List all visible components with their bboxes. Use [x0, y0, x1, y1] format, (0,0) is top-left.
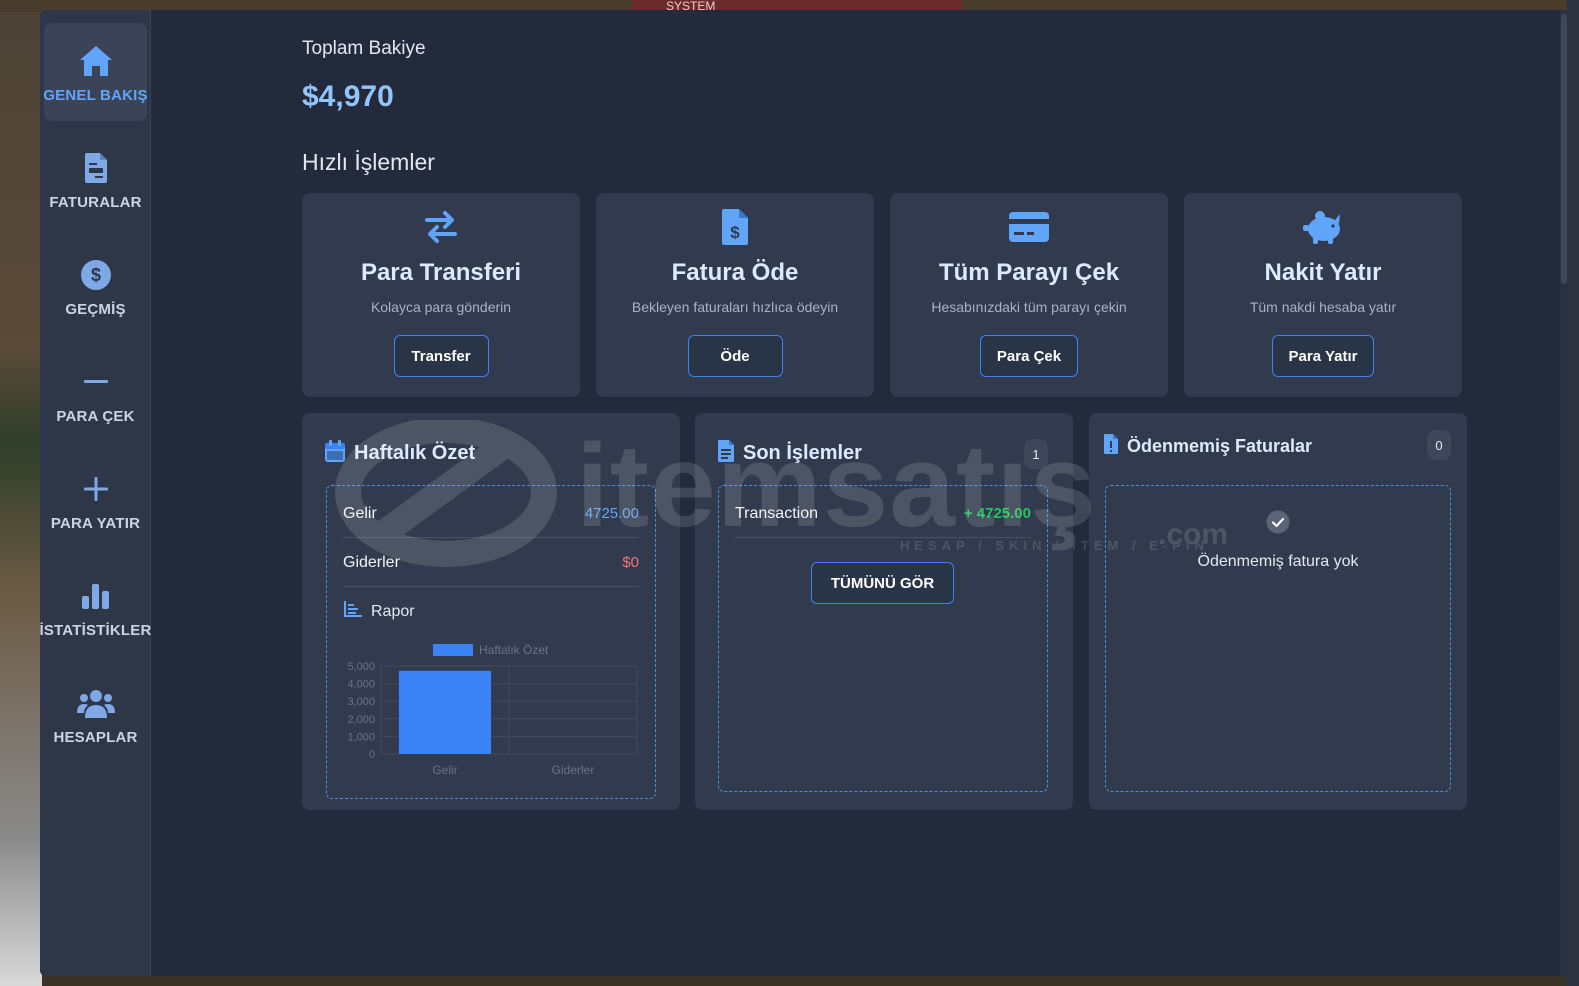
invoice-icon: [76, 148, 116, 188]
income-label: Gelir: [343, 504, 377, 522]
sidebar-item-label: GENEL BAKIŞ: [43, 86, 148, 104]
users-icon: [76, 683, 116, 723]
report-header: Rapor: [343, 600, 415, 623]
deposit-button[interactable]: Para Yatır: [1271, 335, 1375, 377]
withdraw-button[interactable]: Para Çek: [979, 335, 1079, 377]
sidebar-item-invoices[interactable]: FATURALAR: [44, 130, 147, 228]
transaction-row[interactable]: Transaction + 4725.00: [735, 490, 1031, 538]
recent-transactions-list: Transaction + 4725.00 TÜMÜNÜ GÖR: [718, 485, 1048, 792]
quick-action-title: Para Transferi: [360, 259, 522, 286]
unpaid-bills-header: Ödenmemiş Faturalar: [1103, 433, 1312, 460]
sidebar-item-history[interactable]: $ GEÇMİŞ: [44, 237, 147, 335]
unpaid-bills-empty-state: Ödenmemiş fatura yok: [1106, 510, 1450, 571]
sidebar-item-label: GEÇMİŞ: [65, 300, 126, 318]
sidebar-item-label: İSTATİSTİKLER: [40, 621, 152, 639]
x-tick-label: Gelir: [432, 763, 457, 777]
sidebar-item-accounts[interactable]: HESAPLAR: [44, 665, 147, 763]
total-balance-label: Toplam Bakiye: [302, 38, 426, 59]
unpaid-bills-title: Ödenmemiş Faturalar: [1127, 436, 1313, 456]
y-tick-label: 2,000: [347, 714, 375, 726]
unpaid-bills-empty-text: Ödenmemiş fatura yok: [1197, 553, 1359, 570]
quick-action-title: Tüm Parayı Çek: [938, 259, 1120, 286]
sidebar-item-withdraw[interactable]: PARA ÇEK: [44, 344, 147, 442]
unpaid-bills-list: Ödenmemiş fatura yok: [1105, 485, 1451, 792]
quick-action-title: Nakit Yatır: [1264, 259, 1382, 286]
y-tick-label: 3,000: [347, 696, 375, 708]
recent-transactions-title: Son İşlemler: [743, 442, 862, 464]
sidebar: GENEL BAKIŞ FATURALAR $ GEÇMİŞ PARA ÇEK …: [40, 10, 151, 976]
quick-action-title: Fatura Öde: [671, 259, 799, 286]
sidebar-item-label: PARA YATIR: [50, 514, 141, 532]
expense-row: Giderler $0: [343, 539, 639, 587]
y-tick-label: 4,000: [347, 679, 375, 691]
scrollbar-thumb[interactable]: [1561, 14, 1567, 284]
total-balance-value: $4,970: [302, 80, 394, 113]
unpaid-bills-count-badge: 0: [1427, 430, 1451, 460]
weekly-summary-chart: Haftalık Özet 0 1,000 2,000 3,000 4,000 5,000 G…: [347, 643, 638, 777]
quick-action-card-pay-bill: $ Fatura Öde Bekleyen faturaları hızlıca…: [596, 193, 874, 397]
transaction-label: Transaction: [735, 504, 818, 522]
home-icon: [76, 41, 116, 81]
quick-action-desc: Hesabınızdaki tüm parayı çekin: [931, 299, 1127, 315]
document-icon: [717, 439, 735, 468]
calendar-icon: [324, 439, 346, 468]
quick-action-desc: Tüm nakdi hesaba yatır: [1249, 299, 1397, 315]
expense-label: Giderler: [343, 553, 400, 571]
recent-transactions-header: Son İşlemler: [717, 439, 862, 468]
quick-action-card-withdraw-all: Tüm Parayı Çek Hesabınızdaki tüm parayı …: [890, 193, 1168, 397]
chart-bar: [398, 670, 492, 754]
dollar-circle-icon: $: [76, 255, 116, 295]
sidebar-item-label: PARA ÇEK: [56, 407, 135, 425]
svg-text:$: $: [90, 265, 100, 285]
recent-transactions-panel: Son İşlemler 1 Transaction + 4725.00 TÜM…: [695, 413, 1073, 810]
legend-swatch: [433, 644, 473, 656]
invoice-dollar-icon: $: [720, 207, 750, 247]
sidebar-item-statistics[interactable]: İSTATİSTİKLER: [40, 558, 151, 656]
invoice-alert-icon: [1103, 433, 1119, 460]
sidebar-item-label: FATURALAR: [49, 193, 142, 211]
expense-value: $0: [622, 554, 639, 571]
y-tick-label: 0: [369, 749, 375, 761]
weekly-summary-header: Haftalık Özet: [324, 439, 475, 468]
weekly-summary-title: Haftalık Özet: [354, 442, 476, 464]
pay-button[interactable]: Öde: [687, 335, 783, 377]
see-all-button[interactable]: TÜMÜNÜ GÖR: [811, 562, 954, 604]
quick-action-desc: Bekleyen faturaları hızlıca ödeyin: [631, 299, 839, 315]
piggy-bank-icon: [1301, 207, 1345, 247]
y-tick-label: 1,000: [347, 731, 375, 743]
quick-action-card-deposit-cash: Nakit Yatır Tüm nakdi hesaba yatır Para …: [1184, 193, 1462, 397]
chart-lines-icon: [343, 600, 363, 623]
weekly-summary-panel: Haftalık Özet Gelir 4725.00 Giderler $0 …: [302, 413, 680, 810]
main-content: Toplam Bakiye $4,970 Hızlı İşlemler Para…: [302, 10, 1542, 976]
y-tick-label: 5,000: [347, 661, 375, 673]
banking-app-window: GENEL BAKIŞ FATURALAR $ GEÇMİŞ PARA ÇEK …: [40, 10, 1568, 976]
weekly-summary-content: Gelir 4725.00 Giderler $0 Rapor Haftalık…: [326, 485, 656, 799]
svg-text:$: $: [730, 223, 740, 242]
game-background-right: [1567, 0, 1579, 986]
report-label: Rapor: [371, 602, 415, 620]
income-row: Gelir 4725.00: [343, 490, 639, 538]
sidebar-item-label: HESAPLAR: [53, 728, 138, 746]
scrollbar[interactable]: [1560, 10, 1568, 976]
income-value: 4725.00: [584, 505, 639, 522]
bar-chart-icon: [76, 576, 116, 616]
unpaid-bills-panel: Ödenmemiş Faturalar 0 Ödenmemiş fatura y…: [1089, 413, 1467, 810]
plus-icon: [76, 469, 116, 509]
credit-card-icon: [1008, 207, 1050, 247]
game-background-left: [0, 0, 42, 986]
transfer-arrows-icon: [423, 207, 459, 247]
x-tick-label: Giderler: [552, 763, 595, 777]
transfer-button[interactable]: Transfer: [393, 335, 489, 377]
sidebar-item-overview[interactable]: GENEL BAKIŞ: [43, 23, 148, 121]
check-circle-icon: [1266, 510, 1290, 539]
quick-action-desc: Kolayca para gönderin: [370, 299, 512, 315]
sidebar-item-deposit[interactable]: PARA YATIR: [44, 451, 147, 549]
recent-transactions-count-badge: 1: [1024, 439, 1048, 469]
minus-icon: [76, 362, 116, 402]
quick-actions-title: Hızlı İşlemler: [302, 149, 435, 175]
transaction-amount: + 4725.00: [963, 505, 1031, 522]
legend-label: Haftalık Özet: [479, 643, 549, 657]
quick-action-card-transfer: Para Transferi Kolayca para gönderin Tra…: [302, 193, 580, 397]
